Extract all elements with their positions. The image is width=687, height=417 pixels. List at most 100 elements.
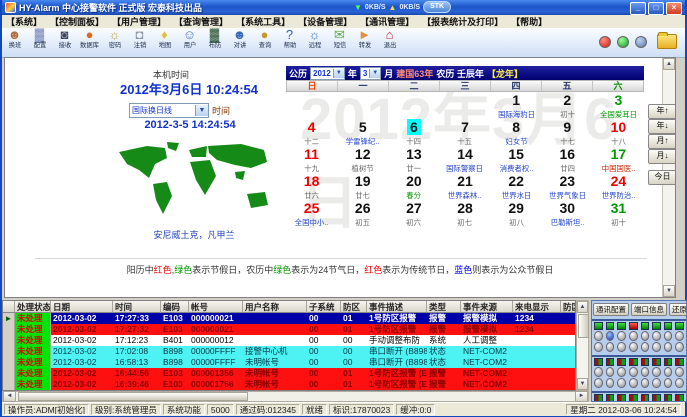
month-down-button[interactable]: 月↓: [648, 149, 676, 164]
network-badge[interactable]: STK: [423, 1, 451, 13]
port-button[interactable]: [629, 342, 638, 352]
calendar-day[interactable]: 6十四: [388, 119, 439, 146]
port-button[interactable]: [652, 367, 661, 377]
scrollbar-thumb[interactable]: [578, 314, 589, 338]
calendar-day[interactable]: 29初八: [491, 200, 542, 227]
port-info-button[interactable]: 端口信息: [631, 303, 667, 316]
toolbar-button-密码[interactable]: ☼密码: [102, 28, 127, 55]
menu-item[interactable]: 【报表统计及打印】: [418, 15, 507, 28]
toolbar-button-对讲[interactable]: ☻对讲: [227, 28, 252, 55]
table-row[interactable]: 未处理2012-03-0217:12:23B4010000000120000手动…: [3, 335, 575, 346]
scroll-down-icon[interactable]: ▼: [577, 378, 588, 390]
calendar-day[interactable]: 7十五: [439, 119, 490, 146]
port-button[interactable]: [675, 367, 684, 377]
toolbar-button-远程[interactable]: ☼远程: [302, 28, 327, 55]
port-button[interactable]: [629, 378, 638, 388]
calendar-day[interactable]: 11十九: [286, 146, 337, 173]
port-button[interactable]: [652, 378, 661, 388]
port-button[interactable]: [629, 331, 638, 341]
toolbar-button-用户[interactable]: ☺用户: [177, 28, 202, 55]
calendar-day[interactable]: 18廿六: [286, 173, 337, 200]
toolbar-button-布防[interactable]: ▓布防: [202, 28, 227, 55]
calendar-day[interactable]: 5学雷锋纪..: [337, 119, 388, 146]
timezone-select[interactable]: 国际换日线 ▼: [129, 103, 209, 118]
table-row[interactable]: 未处理2012-03-0217:27:32E10300000002100011号…: [3, 324, 575, 335]
toolbar-button-注销[interactable]: ◘注销: [127, 28, 152, 55]
port-button[interactable]: [606, 378, 615, 388]
calendar-day[interactable]: 28初七: [439, 200, 490, 227]
table-row[interactable]: ►未处理2012-03-0217:27:33E10300000002100011…: [3, 313, 575, 324]
toolbar-button-查询[interactable]: ●查询: [252, 28, 277, 55]
port-button[interactable]: [629, 367, 638, 377]
port-button[interactable]: [675, 331, 684, 341]
port-button[interactable]: [641, 342, 650, 352]
calendar-day[interactable]: 31初十: [593, 200, 644, 227]
calendar-day[interactable]: 15消费者权..: [491, 146, 542, 173]
port-button[interactable]: [664, 342, 673, 352]
chevron-down-icon[interactable]: ▼: [369, 69, 380, 78]
calendar-day[interactable]: 16廿四: [542, 146, 593, 173]
calendar-day[interactable]: 20春分: [388, 173, 439, 200]
calendar-day[interactable]: 12植树节: [337, 146, 388, 173]
port-button[interactable]: [652, 331, 661, 341]
calendar-day[interactable]: 10十八: [593, 119, 644, 146]
folder-icon[interactable]: [657, 34, 677, 49]
menu-item[interactable]: 【设备管理】: [294, 15, 356, 28]
port-button[interactable]: [617, 331, 626, 341]
calendar-day[interactable]: 22世界水日: [491, 173, 542, 200]
month-up-button[interactable]: 月↑: [648, 134, 676, 149]
port-button[interactable]: [675, 342, 684, 352]
month-select[interactable]: 3 ▼: [360, 67, 381, 80]
calendar-day[interactable]: 23世界气象日: [542, 173, 593, 200]
port-button[interactable]: [606, 342, 615, 352]
chevron-down-icon[interactable]: ▼: [333, 69, 344, 78]
scroll-up-icon[interactable]: ▲: [577, 301, 588, 313]
port-button[interactable]: [617, 342, 626, 352]
toolbar-button-接收[interactable]: ◙接收: [52, 28, 77, 55]
scrollbar-thumb[interactable]: [18, 392, 248, 401]
maximize-button[interactable]: □: [648, 2, 664, 15]
calendar-day[interactable]: 13廿一: [388, 146, 439, 173]
table-scrollbar[interactable]: ▲ ▼: [576, 300, 589, 391]
port-button[interactable]: [594, 367, 603, 377]
menu-item[interactable]: 【查询管理】: [170, 15, 232, 28]
scroll-up-icon[interactable]: ▲: [663, 58, 675, 70]
port-button[interactable]: [606, 367, 615, 377]
scroll-down-icon[interactable]: ▼: [663, 285, 675, 297]
calendar-day[interactable]: 3全国爱耳日: [593, 92, 644, 119]
calendar-day[interactable]: 14国际警察日: [439, 146, 490, 173]
restore-button[interactable]: 还原: [669, 303, 687, 316]
port-button[interactable]: [675, 378, 684, 388]
toolbar-button-退出[interactable]: ⌂退出: [377, 28, 402, 55]
port-button[interactable]: [641, 378, 650, 388]
port-button[interactable]: [664, 378, 673, 388]
port-button[interactable]: [664, 367, 673, 377]
year-down-button[interactable]: 年↓: [648, 119, 676, 134]
port-button[interactable]: [594, 342, 603, 352]
year-select[interactable]: 2012 ▼: [310, 67, 345, 80]
calendar-day[interactable]: 26初五: [337, 200, 388, 227]
today-button[interactable]: 今日: [648, 170, 676, 185]
minimize-button[interactable]: _: [630, 2, 646, 15]
calendar-day[interactable]: 19廿七: [337, 173, 388, 200]
scroll-left-icon[interactable]: ◄: [3, 391, 16, 402]
port-button[interactable]: [594, 331, 603, 341]
port-button[interactable]: [664, 331, 673, 341]
port-button[interactable]: [617, 378, 626, 388]
table-row[interactable]: 未处理2012-03-0216:58:13B89800000FFFF未明帐号00…: [3, 357, 575, 368]
close-button[interactable]: ×: [666, 2, 682, 15]
table-row[interactable]: 未处理2012-03-0216:39:46E103000001756未明帐号00…: [3, 379, 575, 390]
calendar-day[interactable]: 17中国国医..: [593, 146, 644, 173]
calendar-day[interactable]: 27初六: [388, 200, 439, 227]
toolbar-button-配置[interactable]: ▓配置: [27, 28, 52, 55]
table-horizontal-scrollbar[interactable]: ◄ ►: [2, 391, 589, 402]
toolbar-button-短信[interactable]: ✉短信: [327, 28, 352, 55]
calendar-day[interactable]: 1国际海豹日: [491, 92, 542, 119]
calendar-day[interactable]: 25全国中小..: [286, 200, 337, 227]
year-up-button[interactable]: 年↑: [648, 104, 676, 119]
toolbar-button-数据库[interactable]: ●数据库: [77, 28, 102, 55]
chevron-down-icon[interactable]: ▼: [195, 105, 208, 116]
calendar-day[interactable]: 9十七: [542, 119, 593, 146]
comm-config-button[interactable]: 通讯配置: [593, 303, 629, 316]
port-button[interactable]: [606, 331, 615, 341]
